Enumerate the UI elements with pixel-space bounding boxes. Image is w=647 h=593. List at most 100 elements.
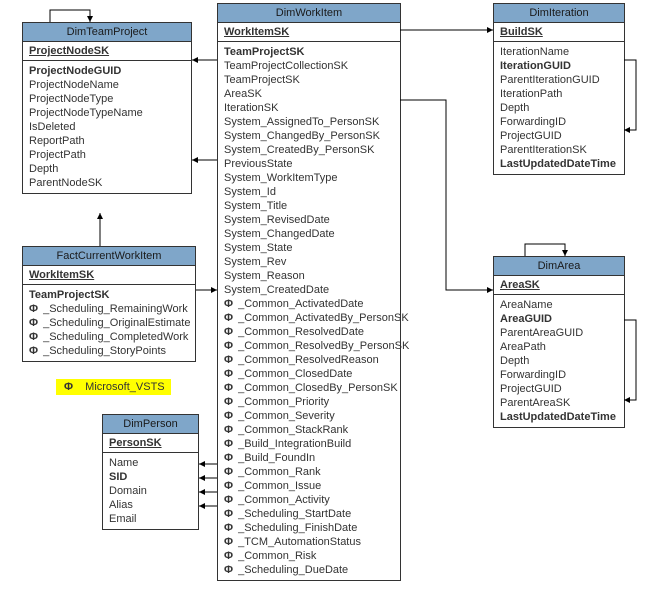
field-row: IterationGUID bbox=[500, 59, 618, 73]
phi-icon: Φ bbox=[29, 345, 38, 357]
field-row: System_Id bbox=[224, 185, 394, 199]
entity-dim-iteration: DimIteration BuildSK IterationNameIterat… bbox=[493, 3, 625, 175]
phi-icon: Φ bbox=[224, 480, 233, 492]
field-row: System_CreatedBy_PersonSK bbox=[224, 143, 394, 157]
field-row: ParentNodeSK bbox=[29, 176, 185, 190]
entity-title: DimWorkItem bbox=[218, 4, 400, 23]
field-row: Φ _Common_ActivatedDate bbox=[224, 297, 394, 311]
entity-dim-team-project: DimTeamProject ProjectNodeSK ProjectNode… bbox=[22, 22, 192, 194]
phi-icon: Φ bbox=[29, 317, 38, 329]
field-row: ParentAreaSK bbox=[500, 396, 618, 410]
field-row: System_WorkItemType bbox=[224, 171, 394, 185]
entity-title: DimPerson bbox=[103, 415, 198, 434]
field-row: IsDeleted bbox=[29, 120, 185, 134]
field-row: ProjectNodeType bbox=[29, 92, 185, 106]
field-row: Name bbox=[109, 456, 192, 470]
field-row: Φ _Common_Severity bbox=[224, 409, 394, 423]
field-row: Φ _Scheduling_StoryPoints bbox=[29, 344, 189, 358]
field-row: Φ _Common_Issue bbox=[224, 479, 394, 493]
entity-title: FactCurrentWorkItem bbox=[23, 247, 195, 266]
phi-icon: Φ bbox=[224, 298, 233, 310]
field-row: ProjectNodeGUID bbox=[29, 64, 185, 78]
phi-icon: Φ bbox=[224, 312, 233, 324]
field-row: Φ _Common_ClosedBy_PersonSK bbox=[224, 381, 394, 395]
phi-icon: Φ bbox=[224, 466, 233, 478]
field-row: Φ _Scheduling_DueDate bbox=[224, 563, 394, 577]
field-row: Alias bbox=[109, 498, 192, 512]
field-row: Φ _Common_StackRank bbox=[224, 423, 394, 437]
phi-icon: Φ bbox=[224, 536, 233, 548]
field-row: AreaPath bbox=[500, 340, 618, 354]
field-row: System_CreatedDate bbox=[224, 283, 394, 297]
phi-icon: Φ bbox=[29, 303, 38, 315]
field-row: ProjectPath bbox=[29, 148, 185, 162]
entity-key: PersonSK bbox=[103, 434, 198, 453]
field-row: System_RevisedDate bbox=[224, 213, 394, 227]
entity-dim-area: DimArea AreaSK AreaNameAreaGUID ParentAre… bbox=[493, 256, 625, 428]
field-row: Depth bbox=[29, 162, 185, 176]
phi-icon: Φ bbox=[224, 354, 233, 366]
field-row: System_State bbox=[224, 241, 394, 255]
field-row: Φ _Common_ActivatedBy_PersonSK bbox=[224, 311, 394, 325]
phi-icon: Φ bbox=[224, 396, 233, 408]
phi-icon: Φ bbox=[224, 522, 233, 534]
field-row: System_Title bbox=[224, 199, 394, 213]
field-row: Φ _Common_ResolvedReason bbox=[224, 353, 394, 367]
field-row: System_ChangedBy_PersonSK bbox=[224, 129, 394, 143]
phi-icon: Φ bbox=[224, 410, 233, 422]
field-row: PreviousState bbox=[224, 157, 394, 171]
phi-icon: Φ bbox=[224, 382, 233, 394]
entity-fields: TeamProjectSKTeamProjectCollectionSKTeam… bbox=[218, 42, 400, 580]
field-row: TeamProjectSK bbox=[224, 45, 394, 59]
phi-icon: Φ bbox=[224, 438, 233, 450]
entity-title: DimTeamProject bbox=[23, 23, 191, 42]
phi-icon: Φ bbox=[29, 331, 38, 343]
field-row: Φ _Common_Risk bbox=[224, 549, 394, 563]
field-row: IterationSK bbox=[224, 101, 394, 115]
phi-icon: Φ bbox=[224, 326, 233, 338]
field-row: IterationName bbox=[500, 45, 618, 59]
phi-icon: Φ bbox=[224, 508, 233, 520]
field-row: LastUpdatedDateTime bbox=[500, 410, 618, 424]
field-row: ProjectNodeTypeName bbox=[29, 106, 185, 120]
field-row: TeamProjectCollectionSK bbox=[224, 59, 394, 73]
field-row: ProjectNodeName bbox=[29, 78, 185, 92]
phi-icon: Φ bbox=[224, 494, 233, 506]
field-row: System_Reason bbox=[224, 269, 394, 283]
field-row: Φ _Common_ClosedDate bbox=[224, 367, 394, 381]
entity-fields: IterationNameIterationGUID ParentIteratio… bbox=[494, 42, 624, 174]
field-row: AreaGUID bbox=[500, 312, 618, 326]
entity-title: DimIteration bbox=[494, 4, 624, 23]
entity-key: AreaSK bbox=[494, 276, 624, 295]
field-row: Depth bbox=[500, 354, 618, 368]
entity-fields: ProjectNodeGUIDProjectNodeNameProjectNod… bbox=[23, 61, 191, 193]
field-row: Φ _Build_FoundIn bbox=[224, 451, 394, 465]
phi-icon: Φ bbox=[224, 424, 233, 436]
field-row: ProjectGUID bbox=[500, 382, 618, 396]
phi-icon: Φ bbox=[224, 368, 233, 380]
entity-fact-current-work-item: FactCurrentWorkItem WorkItemSK TeamProje… bbox=[22, 246, 196, 362]
phi-icon: Φ bbox=[224, 564, 233, 576]
field-row: Φ _Scheduling_RemainingWork bbox=[29, 302, 189, 316]
field-row: AreaName bbox=[500, 298, 618, 312]
field-row: Φ _Common_ResolvedDate bbox=[224, 325, 394, 339]
entity-key: WorkItemSK bbox=[218, 23, 400, 42]
field-row: Depth bbox=[500, 101, 618, 115]
field-row: Φ _Common_Rank bbox=[224, 465, 394, 479]
entity-title: DimArea bbox=[494, 257, 624, 276]
field-row: System_ChangedDate bbox=[224, 227, 394, 241]
field-row: Φ _Build_IntegrationBuild bbox=[224, 437, 394, 451]
phi-icon: Φ bbox=[224, 340, 233, 352]
entity-key: BuildSK bbox=[494, 23, 624, 42]
field-row: Φ _Common_Activity bbox=[224, 493, 394, 507]
entity-fields: AreaNameAreaGUIDParentAreaGUIDAreaPathDe… bbox=[494, 295, 624, 427]
field-row: Φ _Scheduling_StartDate bbox=[224, 507, 394, 521]
phi-icon: Φ bbox=[64, 381, 73, 393]
field-row: Φ _TCM_AutomationStatus bbox=[224, 535, 394, 549]
field-row: System_Rev bbox=[224, 255, 394, 269]
field-row: Φ _Common_Priority bbox=[224, 395, 394, 409]
field-row: LastUpdatedDateTime bbox=[500, 157, 618, 171]
field-row: ForwardingID bbox=[500, 115, 618, 129]
entity-fields: TeamProjectSKΦ _Scheduling_RemainingWork… bbox=[23, 285, 195, 361]
field-row: ParentIterationSK bbox=[500, 143, 618, 157]
